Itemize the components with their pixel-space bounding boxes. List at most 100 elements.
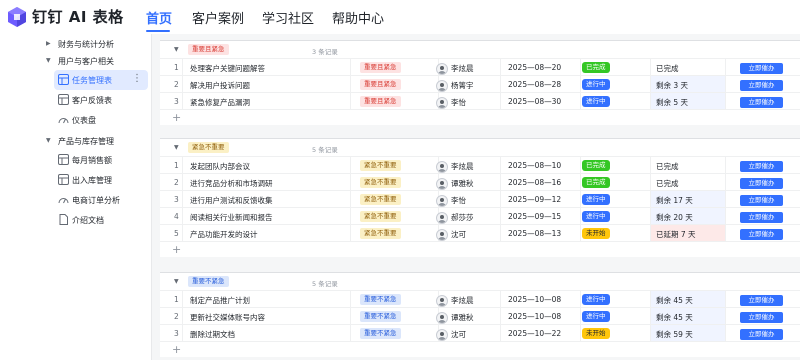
status-cell[interactable]: 进行中 bbox=[582, 311, 610, 322]
task-title[interactable]: 解决用户投诉问题 bbox=[190, 80, 250, 91]
priority-tag-cell[interactable]: 重要且紧急 bbox=[360, 62, 401, 73]
chevron-down-icon[interactable]: ▼ bbox=[46, 137, 51, 144]
nav-home[interactable]: 首页 bbox=[146, 8, 172, 27]
table-row[interactable]: 1 制定产品推广计划 重要不紧急 李炫晨 2025—10—08 进行中 剩余 45 天 立即催… bbox=[160, 291, 800, 308]
owner-name[interactable]: 李炫晨 bbox=[451, 161, 474, 172]
sidebar-item-customer-feedback[interactable]: 客户反馈表 bbox=[0, 90, 152, 110]
group-header[interactable]: ▼ 重要不紧急 5 条记录 bbox=[160, 273, 800, 291]
sidebar-item-ecommerce-analysis[interactable]: 电商订单分析 bbox=[0, 190, 152, 210]
priority-tag-cell[interactable]: 紧急不重要 bbox=[360, 177, 401, 188]
status-cell[interactable]: 进行中 bbox=[582, 211, 610, 222]
table-row[interactable]: 2 解决用户投诉问题 重要且紧急 杨箐宇 2025—08—28 进行中 剩余 3 天 立即催办 bbox=[160, 76, 800, 93]
plus-icon[interactable]: + bbox=[172, 243, 181, 256]
task-title[interactable]: 删除过期文档 bbox=[190, 329, 235, 340]
chevron-down-icon[interactable]: ▼ bbox=[174, 278, 179, 285]
priority-tag-cell[interactable]: 重要且紧急 bbox=[360, 96, 401, 107]
priority-tag-cell[interactable]: 重要不紧急 bbox=[360, 311, 401, 322]
task-title[interactable]: 处理客户关键问题解答 bbox=[190, 63, 265, 74]
dingtalk-ai-table-logo-icon[interactable] bbox=[8, 7, 26, 27]
sidebar-item-task-table[interactable]: 任务管理表 ⋮ bbox=[54, 70, 148, 90]
urge-now-button[interactable]: 立即催办 bbox=[740, 178, 783, 189]
priority-tag-cell[interactable]: 重要不紧急 bbox=[360, 328, 401, 339]
plus-icon[interactable]: + bbox=[172, 111, 181, 124]
task-title[interactable]: 进行竞品分析和市场调研 bbox=[190, 178, 273, 189]
owner-name[interactable]: 郝莎莎 bbox=[451, 212, 474, 223]
due-date[interactable]: 2025—09—12 bbox=[508, 195, 561, 204]
task-title[interactable]: 更新社交媒体账号内容 bbox=[190, 312, 265, 323]
due-date[interactable]: 2025—08—10 bbox=[508, 161, 561, 170]
sidebar-item-intro-doc[interactable]: 介绍文档 bbox=[0, 210, 152, 230]
status-cell[interactable]: 进行中 bbox=[582, 96, 610, 107]
table-row[interactable]: 2 进行竞品分析和市场调研 紧急不重要 谭雅秋 2025—08—16 已完成 已完成 立即催办 bbox=[160, 174, 800, 191]
due-date[interactable]: 2025—09—15 bbox=[508, 212, 561, 221]
task-title[interactable]: 产品功能开发的设计 bbox=[190, 229, 258, 240]
status-cell[interactable]: 已完成 bbox=[582, 177, 610, 188]
more-options-icon[interactable]: ⋮ bbox=[132, 73, 142, 84]
status-cell[interactable]: 进行中 bbox=[582, 79, 610, 90]
table-row[interactable]: 3 紧急修复产品漏洞 重要且紧急 李怡 2025—08—30 进行中 剩余 5 天 立即催办 bbox=[160, 93, 800, 110]
owner-name[interactable]: 李炫晨 bbox=[451, 295, 474, 306]
owner-name[interactable]: 沈可 bbox=[451, 229, 466, 240]
due-date[interactable]: 2025—10—22 bbox=[508, 329, 561, 338]
table-row[interactable]: 1 发起团队内部会议 紧急不重要 李炫晨 2025—08—10 已完成 已完成 立即催办 bbox=[160, 157, 800, 174]
owner-name[interactable]: 谭雅秋 bbox=[451, 178, 474, 189]
table-row[interactable]: 3 删除过期文档 重要不紧急 沈可 2025—10—22 未开始 剩余 59 天 立即催办 bbox=[160, 325, 800, 342]
table-row[interactable]: 5 产品功能开发的设计 紧急不重要 沈可 2025—08—13 未开始 已延期 7 天 立即催… bbox=[160, 225, 800, 242]
sidebar-item-inventory[interactable]: 出入库管理 bbox=[0, 170, 152, 190]
task-title[interactable]: 制定产品推广计划 bbox=[190, 295, 250, 306]
urge-now-button[interactable]: 立即催办 bbox=[740, 295, 783, 306]
sidebar-item-monthly-sales[interactable]: 每月销售额 bbox=[0, 150, 152, 170]
priority-tag-cell[interactable]: 重要不紧急 bbox=[360, 294, 401, 305]
add-row[interactable]: + bbox=[160, 110, 800, 125]
priority-tag-cell[interactable]: 重要且紧急 bbox=[360, 79, 401, 90]
owner-name[interactable]: 李怡 bbox=[451, 97, 466, 108]
table-row[interactable]: 1 处理客户关键问题解答 重要且紧急 李炫晨 2025—08—20 已完成 已完成 立即催办 bbox=[160, 59, 800, 76]
due-date[interactable]: 2025—08—20 bbox=[508, 63, 561, 72]
add-row[interactable]: + bbox=[160, 242, 800, 257]
chevron-down-icon[interactable]: ▼ bbox=[46, 57, 51, 64]
status-cell[interactable]: 未开始 bbox=[582, 228, 610, 239]
table-row[interactable]: 2 更新社交媒体账号内容 重要不紧急 谭雅秋 2025—10—08 进行中 剩余 45 天 立… bbox=[160, 308, 800, 325]
add-row[interactable]: + bbox=[160, 342, 800, 357]
urge-now-button[interactable]: 立即催办 bbox=[740, 312, 783, 323]
priority-tag-cell[interactable]: 紧急不重要 bbox=[360, 194, 401, 205]
urge-now-button[interactable]: 立即催办 bbox=[740, 212, 783, 223]
sidebar-item-dashboard[interactable]: 仪表盘 bbox=[0, 110, 152, 130]
due-date[interactable]: 2025—08—16 bbox=[508, 178, 561, 187]
urge-now-button[interactable]: 立即催办 bbox=[740, 63, 783, 74]
status-cell[interactable]: 进行中 bbox=[582, 294, 610, 305]
due-date[interactable]: 2025—08—13 bbox=[508, 229, 561, 238]
urge-now-button[interactable]: 立即催办 bbox=[740, 97, 783, 108]
task-title[interactable]: 进行用户测试和反馈收集 bbox=[190, 195, 273, 206]
group-header[interactable]: ▼ 紧急不重要 5 条记录 bbox=[160, 139, 800, 157]
owner-name[interactable]: 谭雅秋 bbox=[451, 312, 474, 323]
due-date[interactable]: 2025—10—08 bbox=[508, 312, 561, 321]
owner-name[interactable]: 李怡 bbox=[451, 195, 466, 206]
group-header[interactable]: ▼ 重要且紧急 3 条记录 bbox=[160, 41, 800, 59]
plus-icon[interactable]: + bbox=[172, 343, 181, 356]
urge-now-button[interactable]: 立即催办 bbox=[740, 195, 783, 206]
priority-tag-cell[interactable]: 紧急不重要 bbox=[360, 228, 401, 239]
owner-name[interactable]: 杨箐宇 bbox=[451, 80, 474, 91]
due-date[interactable]: 2025—10—08 bbox=[508, 295, 561, 304]
priority-tag-cell[interactable]: 紧急不重要 bbox=[360, 160, 401, 171]
priority-tag-cell[interactable]: 紧急不重要 bbox=[360, 211, 401, 222]
chevron-down-icon[interactable]: ▼ bbox=[174, 144, 179, 151]
app-brand[interactable]: 钉钉 AI 表格 bbox=[32, 6, 124, 27]
status-cell[interactable]: 已完成 bbox=[582, 160, 610, 171]
urge-now-button[interactable]: 立即催办 bbox=[740, 80, 783, 91]
table-row[interactable]: 4 阅读相关行业新闻和报告 紧急不重要 郝莎莎 2025—09—15 进行中 剩余 20 天… bbox=[160, 208, 800, 225]
status-cell[interactable]: 未开始 bbox=[582, 328, 610, 339]
sidebar-folder-users[interactable]: ▼ 用户与客户相关 bbox=[0, 51, 152, 71]
urge-now-button[interactable]: 立即催办 bbox=[740, 229, 783, 240]
sidebar-folder-products[interactable]: ▼ 产品与库存管理 bbox=[0, 131, 152, 151]
nav-customer-cases[interactable]: 客户案例 bbox=[192, 8, 244, 27]
urge-now-button[interactable]: 立即催办 bbox=[740, 161, 783, 172]
due-date[interactable]: 2025—08—28 bbox=[508, 80, 561, 89]
owner-name[interactable]: 李炫晨 bbox=[451, 63, 474, 74]
task-title[interactable]: 阅读相关行业新闻和报告 bbox=[190, 212, 273, 223]
task-title[interactable]: 紧急修复产品漏洞 bbox=[190, 97, 250, 108]
nav-help-center[interactable]: 帮助中心 bbox=[332, 8, 384, 27]
status-cell[interactable]: 已完成 bbox=[582, 62, 610, 73]
chevron-right-icon[interactable]: ▶ bbox=[46, 40, 51, 47]
